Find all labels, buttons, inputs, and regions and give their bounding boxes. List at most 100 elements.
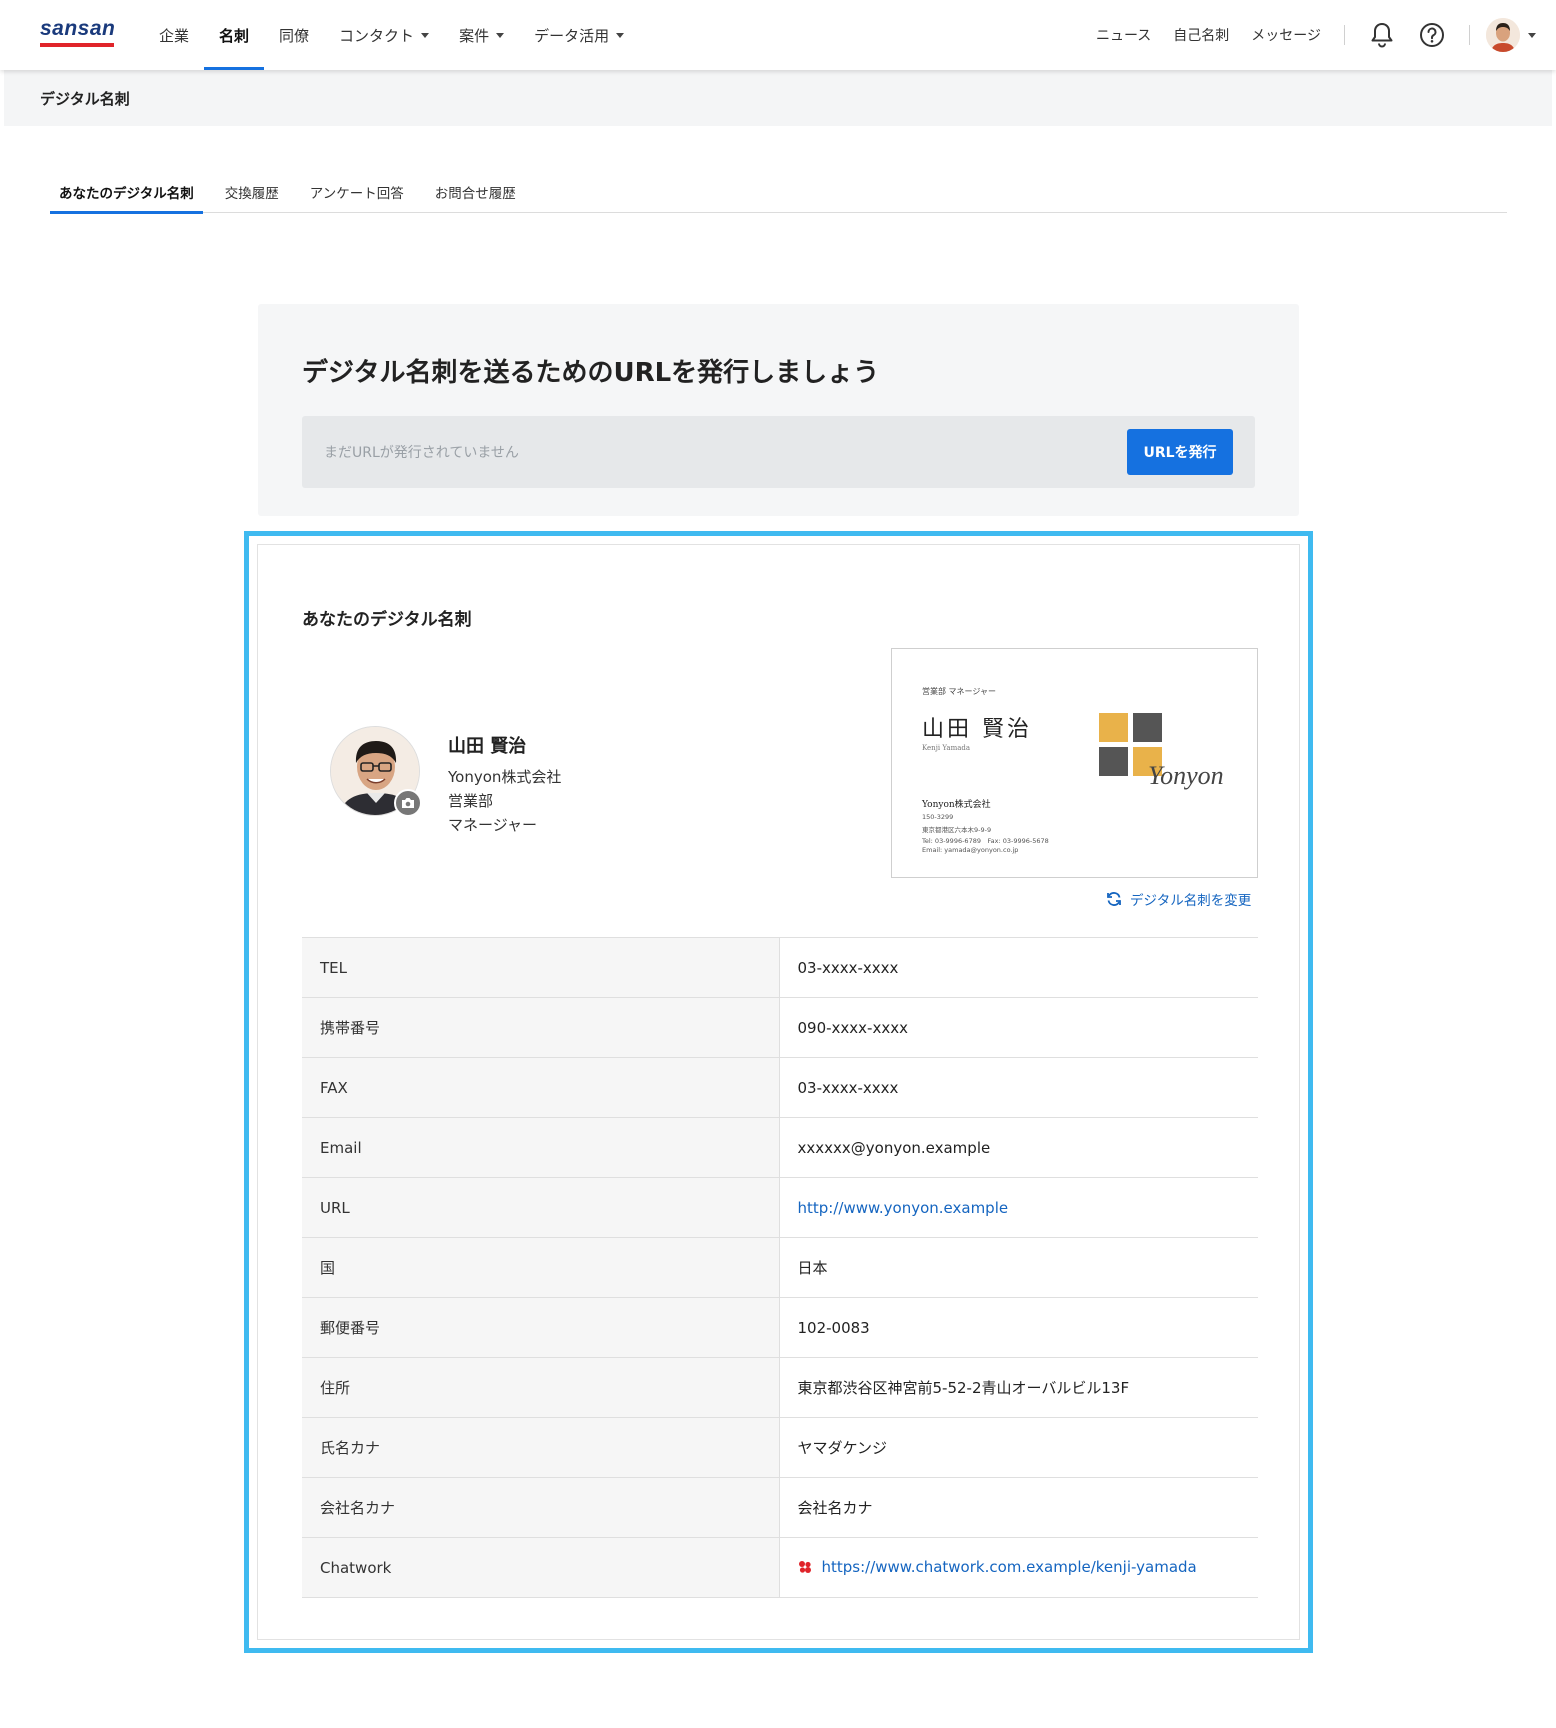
url-panel-heading: デジタル名刺を送るためのURLを発行しましょう [302, 358, 880, 388]
field-label: Email [302, 1117, 780, 1178]
tab-survey-responses[interactable]: アンケート回答 [301, 170, 413, 213]
bc-title: 営業部 マネージャー [922, 687, 996, 696]
change-photo-button[interactable] [394, 789, 422, 817]
nav-label: 企業 [159, 26, 190, 45]
caret-down-icon [496, 32, 505, 38]
top-nav: sansan 企業 名刺 同僚 コンタクト 案件 データ活用 ニュース 自己名刺… [0, 0, 1556, 70]
issue-url-button[interactable]: URLを発行 [1127, 429, 1233, 475]
table-row: URL http://www.yonyon.example [302, 1177, 1258, 1238]
table-row: 住所 東京都渋谷区神宮前5-52-2青山オーバルビル13F [302, 1357, 1258, 1418]
field-label: 国 [302, 1237, 780, 1298]
caret-down-icon [616, 32, 625, 38]
camera-icon [402, 798, 414, 808]
field-value: 東京都渋谷区神宮前5-52-2青山オーバルビル13F [797, 1379, 1130, 1397]
profile-department: 営業部 [448, 792, 494, 810]
field-label: FAX [302, 1057, 780, 1118]
logo-text: sansan [40, 17, 116, 40]
bc-name: 山田 賢治 [922, 717, 1032, 742]
field-value: https://www.chatwork.com.example/kenji-y… [779, 1538, 1258, 1598]
field-value: 日本 [797, 1259, 828, 1277]
nav-link-messages[interactable]: メッセージ [1240, 25, 1332, 45]
nav-item-companies[interactable]: 企業 [144, 0, 204, 70]
field-value: http://www.yonyon.example [779, 1178, 1258, 1238]
bc-roman-name: Kenji Yamada [922, 744, 971, 752]
nav-link-news[interactable]: ニュース [1085, 25, 1162, 45]
field-label: 会社名カナ [302, 1477, 780, 1538]
tab-my-digital-card[interactable]: あなたのデジタル名刺 [50, 170, 203, 214]
nav-link-my-card[interactable]: 自己名刺 [1162, 25, 1240, 45]
tab-inquiry-history[interactable]: お問合せ履歴 [426, 170, 525, 213]
table-row: FAX 03-xxxx-xxxx [302, 1057, 1258, 1118]
table-row: 国日本 [302, 1237, 1258, 1298]
logo-square [1133, 713, 1162, 742]
profile-name: 山田 賢治 [448, 736, 527, 757]
url-display-field: まだURLが発行されていません URLを発行 [302, 416, 1255, 488]
nav-divider [1469, 25, 1470, 45]
nav-item-data-utilization[interactable]: データ活用 [519, 0, 639, 70]
bc-postal: 150-3299 [922, 813, 954, 821]
profile-company: Yonyon株式会社 [448, 768, 562, 786]
table-row: Email xxxxxx@yonyon.example [302, 1117, 1258, 1178]
bc-tel-fax: Tel: 03-9996-6789 Fax: 03-9996-5678 [922, 837, 1049, 845]
field-value: 03-xxxx-xxxx [797, 958, 899, 977]
field-label: 住所 [302, 1357, 780, 1418]
user-menu[interactable] [1486, 18, 1536, 52]
logo-square [1099, 713, 1128, 742]
chatwork-link[interactable]: https://www.chatwork.com.example/kenji-y… [822, 1558, 1197, 1576]
contact-info-table: TEL 03-xxxx-xxxx 携帯番号 090-xxxx-xxxx FAX 03-… [302, 937, 1258, 1598]
field-value: 090-xxxx-xxxx [797, 1018, 908, 1037]
tab-exchange-history[interactable]: 交換履歴 [216, 170, 288, 213]
nav-item-deals[interactable]: 案件 [444, 0, 519, 70]
field-label: 郵便番号 [302, 1297, 780, 1358]
help-icon[interactable] [1417, 20, 1447, 50]
nav-divider [1344, 25, 1345, 45]
nav-right: ニュース 自己名刺 メッセージ [1085, 0, 1536, 70]
caret-down-icon [421, 32, 430, 38]
highlight-frame: あなたのデジタル名刺 山田 賢治 Yonyon株式会社 営業部 マネージャー 営… [244, 531, 1313, 1653]
table-row: 携帯番号 090-xxxx-xxxx [302, 997, 1258, 1058]
field-value: 03-xxxx-xxxx [797, 1078, 899, 1097]
business-card-image: 営業部 マネージャー 山田 賢治 Kenji Yamada Yonyon Yon… [891, 648, 1258, 878]
bc-email: Email: yamada@yonyon.co.jp [922, 846, 1019, 854]
sansan-logo[interactable]: sansan [40, 17, 116, 47]
nav-item-contacts[interactable]: コンタクト [324, 0, 444, 70]
table-row: 郵便番号 102-0083 [302, 1297, 1258, 1358]
card-section-title: あなたのデジタル名刺 [302, 610, 472, 630]
field-label: TEL [302, 937, 780, 998]
nav-label: コンタクト [339, 26, 415, 45]
tab-bar: あなたのデジタル名刺 交換履歴 アンケート回答 お問合せ履歴 [50, 170, 1507, 214]
table-row: Chatwork https://www.chatwork.com.exampl… [302, 1537, 1258, 1598]
logo-underline [40, 43, 114, 47]
change-digital-card-link[interactable]: デジタル名刺を変更 [1106, 889, 1251, 909]
field-label: Chatwork [302, 1537, 780, 1598]
digital-card-panel: あなたのデジタル名刺 山田 賢治 Yonyon株式会社 営業部 マネージャー 営… [257, 544, 1300, 1640]
nav-label: 案件 [459, 26, 490, 45]
chatwork-icon [798, 1560, 812, 1578]
avatar [1486, 18, 1520, 52]
logo-square [1099, 747, 1128, 776]
website-link[interactable]: http://www.yonyon.example [798, 1199, 1009, 1217]
change-link-label: デジタル名刺を変更 [1130, 893, 1252, 909]
page-header: デジタル名刺 [4, 70, 1552, 126]
profile-position: マネージャー [448, 816, 537, 834]
field-value: 102-0083 [797, 1318, 870, 1337]
bc-logo-text: Yonyon [1148, 761, 1224, 790]
field-value: xxxxxx@yonyon.example [797, 1138, 991, 1157]
field-label: 携帯番号 [302, 997, 780, 1058]
bell-icon[interactable] [1367, 20, 1397, 50]
bc-company: Yonyon株式会社 [922, 800, 991, 810]
refresh-icon [1107, 892, 1121, 906]
field-label: 氏名カナ [302, 1417, 780, 1478]
url-issue-panel: デジタル名刺を送るためのURLを発行しましょう まだURLが発行されていません … [258, 304, 1299, 516]
nav-item-colleagues[interactable]: 同僚 [264, 0, 324, 70]
nav-item-business-cards[interactable]: 名刺 [204, 0, 265, 70]
bc-address: 東京都港区六本木9-9-9 [922, 826, 992, 834]
nav-label: 名刺 [219, 26, 250, 45]
field-label: URL [302, 1177, 780, 1238]
field-value: ヤマダケンジ [797, 1439, 888, 1457]
nav-label: 同僚 [279, 26, 310, 45]
table-row: TEL 03-xxxx-xxxx [302, 937, 1258, 998]
main-nav: 企業 名刺 同僚 コンタクト 案件 データ活用 [144, 0, 639, 70]
chevron-down-icon [1528, 32, 1536, 38]
page-title: デジタル名刺 [40, 90, 130, 108]
